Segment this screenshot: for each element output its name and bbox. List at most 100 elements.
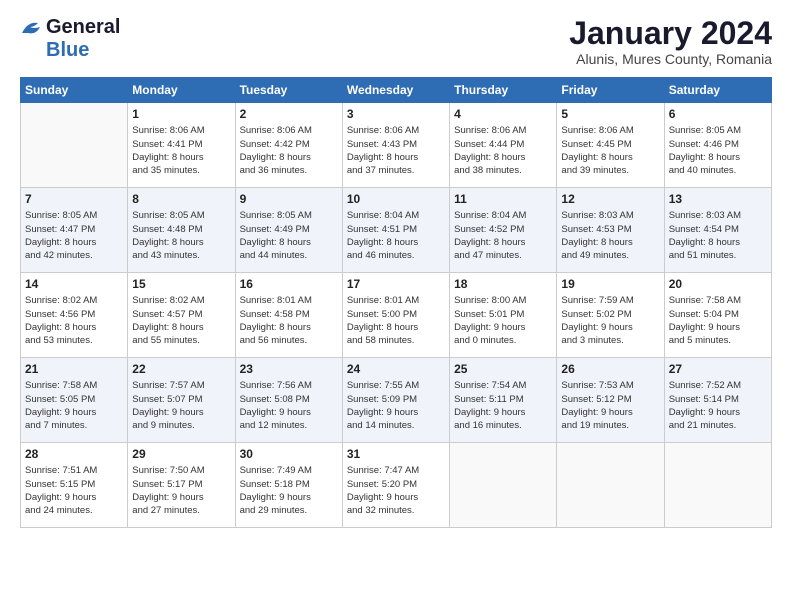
day-info: Sunrise: 8:02 AM Sunset: 4:56 PM Dayligh…	[25, 294, 123, 347]
day-number: 15	[132, 276, 230, 292]
day-number: 14	[25, 276, 123, 292]
col-wednesday: Wednesday	[342, 78, 449, 103]
day-number: 2	[240, 106, 338, 122]
day-number: 5	[561, 106, 659, 122]
calendar-week-row: 1Sunrise: 8:06 AM Sunset: 4:41 PM Daylig…	[21, 103, 772, 188]
day-info: Sunrise: 7:51 AM Sunset: 5:15 PM Dayligh…	[25, 464, 123, 517]
table-row: 30 Sunrise: 7:49 AM Sunset: 5:18 PM Dayli…	[235, 443, 342, 528]
table-row: 17 Sunrise: 8:01 AM Sunset: 5:00 PM Dayli…	[342, 273, 449, 358]
table-row: 1Sunrise: 8:06 AM Sunset: 4:41 PM Daylig…	[128, 103, 235, 188]
col-monday: Monday	[128, 78, 235, 103]
table-row: 21Sunrise: 7:58 AM Sunset: 5:05 PM Dayli…	[21, 358, 128, 443]
day-number: 9	[240, 191, 338, 207]
table-row: 15 Sunrise: 8:02 AM Sunset: 4:57 PM Dayli…	[128, 273, 235, 358]
day-info: Sunrise: 8:05 AM Sunset: 4:46 PM Dayligh…	[669, 124, 767, 177]
header: General Blue January 2024 Alunis, Mures …	[20, 16, 772, 67]
col-thursday: Thursday	[450, 78, 557, 103]
day-number: 3	[347, 106, 445, 122]
table-row	[21, 103, 128, 188]
day-info: Sunrise: 8:01 AM Sunset: 5:00 PM Dayligh…	[347, 294, 445, 347]
table-row: 28 Sunrise: 7:51 AM Sunset: 5:15 PM Dayli…	[21, 443, 128, 528]
day-number: 8	[132, 191, 230, 207]
table-row: 25Sunrise: 7:54 AM Sunset: 5:11 PM Dayli…	[450, 358, 557, 443]
day-number: 23	[240, 361, 338, 377]
table-row	[557, 443, 664, 528]
day-info: Sunrise: 8:04 AM Sunset: 4:51 PM Dayligh…	[347, 209, 445, 262]
day-number: 17	[347, 276, 445, 292]
day-info: Sunrise: 7:47 AM Sunset: 5:20 PM Dayligh…	[347, 464, 445, 517]
table-row: 7 Sunrise: 8:05 AM Sunset: 4:47 PM Daylig…	[21, 188, 128, 273]
table-row: 8 Sunrise: 8:05 AM Sunset: 4:48 PM Daylig…	[128, 188, 235, 273]
day-number: 20	[669, 276, 767, 292]
calendar-week-row: 21Sunrise: 7:58 AM Sunset: 5:05 PM Dayli…	[21, 358, 772, 443]
table-row: 31 Sunrise: 7:47 AM Sunset: 5:20 PM Dayli…	[342, 443, 449, 528]
col-saturday: Saturday	[664, 78, 771, 103]
day-info: Sunrise: 8:04 AM Sunset: 4:52 PM Dayligh…	[454, 209, 552, 262]
day-number: 24	[347, 361, 445, 377]
table-row: 20 Sunrise: 7:58 AM Sunset: 5:04 PM Dayli…	[664, 273, 771, 358]
day-info: Sunrise: 7:55 AM Sunset: 5:09 PM Dayligh…	[347, 379, 445, 432]
calendar-table: Sunday Monday Tuesday Wednesday Thursday…	[20, 77, 772, 528]
day-number: 10	[347, 191, 445, 207]
month-title: January 2024	[569, 16, 772, 51]
table-row	[450, 443, 557, 528]
day-number: 29	[132, 446, 230, 462]
table-row: 26Sunrise: 7:53 AM Sunset: 5:12 PM Dayli…	[557, 358, 664, 443]
day-number: 6	[669, 106, 767, 122]
logo-general: General	[46, 16, 120, 39]
day-info: Sunrise: 7:56 AM Sunset: 5:08 PM Dayligh…	[240, 379, 338, 432]
day-info: Sunrise: 7:50 AM Sunset: 5:17 PM Dayligh…	[132, 464, 230, 517]
day-number: 28	[25, 446, 123, 462]
day-number: 13	[669, 191, 767, 207]
logo-bird-icon	[20, 19, 42, 37]
calendar-week-row: 7 Sunrise: 8:05 AM Sunset: 4:47 PM Daylig…	[21, 188, 772, 273]
day-info: Sunrise: 8:06 AM Sunset: 4:43 PM Dayligh…	[347, 124, 445, 177]
day-number: 4	[454, 106, 552, 122]
table-row: 19Sunrise: 7:59 AM Sunset: 5:02 PM Dayli…	[557, 273, 664, 358]
table-row: 5 Sunrise: 8:06 AM Sunset: 4:45 PM Daylig…	[557, 103, 664, 188]
day-info: Sunrise: 8:00 AM Sunset: 5:01 PM Dayligh…	[454, 294, 552, 347]
day-info: Sunrise: 7:59 AM Sunset: 5:02 PM Dayligh…	[561, 294, 659, 347]
day-number: 22	[132, 361, 230, 377]
day-number: 21	[25, 361, 123, 377]
day-info: Sunrise: 8:02 AM Sunset: 4:57 PM Dayligh…	[132, 294, 230, 347]
day-number: 7	[25, 191, 123, 207]
day-info: Sunrise: 8:06 AM Sunset: 4:42 PM Dayligh…	[240, 124, 338, 177]
day-info: Sunrise: 7:54 AM Sunset: 5:11 PM Dayligh…	[454, 379, 552, 432]
logo-blue: Blue	[46, 39, 89, 62]
table-row: 18 Sunrise: 8:00 AM Sunset: 5:01 PM Dayli…	[450, 273, 557, 358]
day-number: 12	[561, 191, 659, 207]
col-friday: Friday	[557, 78, 664, 103]
day-info: Sunrise: 7:52 AM Sunset: 5:14 PM Dayligh…	[669, 379, 767, 432]
day-info: Sunrise: 7:57 AM Sunset: 5:07 PM Dayligh…	[132, 379, 230, 432]
day-number: 11	[454, 191, 552, 207]
calendar-week-row: 14 Sunrise: 8:02 AM Sunset: 4:56 PM Dayli…	[21, 273, 772, 358]
logo: General Blue	[20, 16, 120, 62]
table-row: 11 Sunrise: 8:04 AM Sunset: 4:52 PM Dayli…	[450, 188, 557, 273]
table-row: 12Sunrise: 8:03 AM Sunset: 4:53 PM Dayli…	[557, 188, 664, 273]
day-number: 18	[454, 276, 552, 292]
subtitle: Alunis, Mures County, Romania	[569, 51, 772, 67]
table-row: 14 Sunrise: 8:02 AM Sunset: 4:56 PM Dayli…	[21, 273, 128, 358]
table-row: 23 Sunrise: 7:56 AM Sunset: 5:08 PM Dayli…	[235, 358, 342, 443]
table-row: 9Sunrise: 8:05 AM Sunset: 4:49 PM Daylig…	[235, 188, 342, 273]
day-info: Sunrise: 8:05 AM Sunset: 4:48 PM Dayligh…	[132, 209, 230, 262]
table-row: 24 Sunrise: 7:55 AM Sunset: 5:09 PM Dayli…	[342, 358, 449, 443]
day-info: Sunrise: 7:58 AM Sunset: 5:04 PM Dayligh…	[669, 294, 767, 347]
day-number: 27	[669, 361, 767, 377]
day-info: Sunrise: 8:03 AM Sunset: 4:54 PM Dayligh…	[669, 209, 767, 262]
day-info: Sunrise: 7:49 AM Sunset: 5:18 PM Dayligh…	[240, 464, 338, 517]
table-row: 16Sunrise: 8:01 AM Sunset: 4:58 PM Dayli…	[235, 273, 342, 358]
table-row	[664, 443, 771, 528]
day-info: Sunrise: 8:06 AM Sunset: 4:44 PM Dayligh…	[454, 124, 552, 177]
day-number: 26	[561, 361, 659, 377]
day-number: 30	[240, 446, 338, 462]
day-info: Sunrise: 8:06 AM Sunset: 4:45 PM Dayligh…	[561, 124, 659, 177]
col-sunday: Sunday	[21, 78, 128, 103]
table-row: 29 Sunrise: 7:50 AM Sunset: 5:17 PM Dayli…	[128, 443, 235, 528]
table-row: 3 Sunrise: 8:06 AM Sunset: 4:43 PM Daylig…	[342, 103, 449, 188]
table-row: 6 Sunrise: 8:05 AM Sunset: 4:46 PM Daylig…	[664, 103, 771, 188]
table-row: 2 Sunrise: 8:06 AM Sunset: 4:42 PM Daylig…	[235, 103, 342, 188]
day-info: Sunrise: 8:05 AM Sunset: 4:47 PM Dayligh…	[25, 209, 123, 262]
day-number: 31	[347, 446, 445, 462]
